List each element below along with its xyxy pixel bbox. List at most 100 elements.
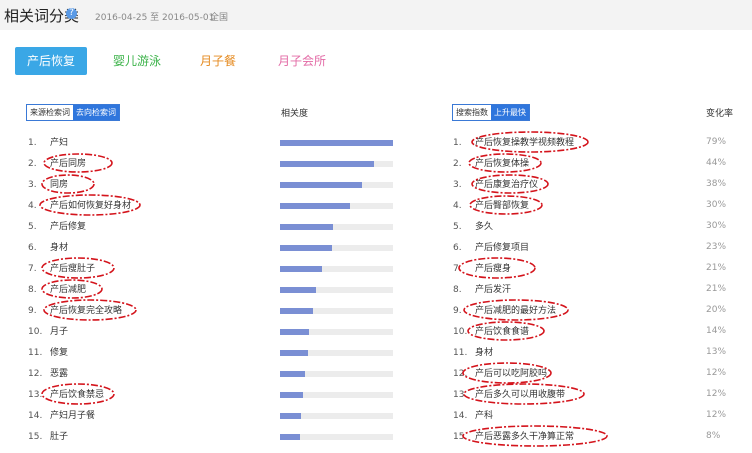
change-rate-header: 变化率 [706,109,734,119]
related-term-row[interactable]: 2. 产后同房 [28,158,86,170]
rising-term[interactable]: 产后臀部恢复 [475,201,529,211]
rising-term[interactable]: 产后恢复操教学视频教程 [475,138,574,148]
rising-term[interactable]: 产后减肥的最好方法 [475,306,556,316]
related-term[interactable]: 产后同房 [50,159,86,169]
related-term-row[interactable]: 13. 产后饮食禁忌 [28,389,104,401]
row-number: 1. [453,138,462,148]
related-term[interactable]: 肚子 [50,432,68,442]
relevance-bar [280,287,393,293]
help-icon[interactable]: ? [66,8,77,19]
related-term[interactable]: 产后修复 [50,222,86,232]
tab-baby-swimming[interactable]: 婴儿游泳 [112,47,162,75]
row-number: 14. [453,411,468,421]
tab-confinement-meals[interactable]: 月子餐 [200,47,236,75]
row-number: 13. [453,390,468,400]
related-term[interactable]: 同房 [50,180,68,190]
tab-confinement-center[interactable]: 月子会所 [278,47,326,75]
rising-term-row[interactable]: 15. 产后恶露多久干净算正常 [453,431,574,443]
related-term-row[interactable]: 8. 产后减肥 [28,284,86,296]
rising-term[interactable]: 产后瘦身 [475,264,511,274]
related-term-row[interactable]: 1. 产妇 [28,137,68,149]
rising-term-row[interactable]: 14. 产科 [453,410,493,422]
row-number: 6. [28,243,37,253]
row-number: 5. [453,222,462,232]
related-term[interactable]: 产后恢复完全攻略 [50,306,122,316]
rising-term-row[interactable]: 3. 产后康复治疗仪 [453,179,538,191]
row-number: 2. [28,159,37,169]
relevance-bar [280,203,393,209]
related-term-row[interactable]: 3. 同房 [28,179,68,191]
rising-term-row[interactable]: 6. 产后修复项目 [453,242,529,254]
rising-term[interactable]: 产后发汗 [475,285,511,295]
related-term-row[interactable]: 14. 产妇月子餐 [28,410,95,422]
related-term[interactable]: 身材 [50,243,68,253]
rising-term[interactable]: 产后饮食食谱 [475,327,529,337]
row-number: 4. [453,201,462,211]
relevance-bar-fill [280,329,310,335]
related-term[interactable]: 产后饮食禁忌 [50,390,104,400]
related-term[interactable]: 修复 [50,348,68,358]
relevance-bar-fill [280,161,374,167]
related-term-row[interactable]: 6. 身材 [28,242,68,254]
rising-term-row[interactable]: 10. 产后饮食食谱 [453,326,529,338]
destination-terms-button[interactable]: 去向检索词 [73,105,119,120]
related-term[interactable]: 产后减肥 [50,285,86,295]
search-index-button[interactable]: 搜索指数 [453,105,491,120]
related-term-row[interactable]: 15. 肚子 [28,431,68,443]
fastest-rising-button[interactable]: 上升最快 [491,105,529,120]
source-terms-button[interactable]: 来源检索词 [27,105,73,120]
change-rate-value: 23% [706,242,727,252]
relevance-bar [280,224,393,230]
region-scope: 全国 [210,13,229,23]
rising-term-row[interactable]: 11. 身材 [453,347,493,359]
rising-term-row[interactable]: 5. 多久 [453,221,493,233]
relevance-bar-fill [280,266,322,272]
change-rate-value: 38% [706,179,727,189]
related-term[interactable]: 月子 [50,327,68,337]
rising-term-row[interactable]: 7. 产后瘦身 [453,263,511,275]
row-number: 11. [453,348,468,358]
related-term-row[interactable]: 12. 恶露 [28,368,68,380]
relevance-bar [280,350,393,356]
change-rate-value: 12% [706,368,727,378]
rising-term[interactable]: 产后康复治疗仪 [475,180,538,190]
rising-term[interactable]: 产科 [475,411,493,421]
rising-term[interactable]: 产后修复项目 [475,243,529,253]
related-term-row[interactable]: 9. 产后恢复完全攻略 [28,305,122,317]
related-term-row[interactable]: 10. 月子 [28,326,68,338]
row-number: 5. [28,222,37,232]
related-term[interactable]: 产后瘦肚子 [50,264,95,274]
related-term[interactable]: 恶露 [50,369,68,379]
rising-term[interactable]: 身材 [475,348,493,358]
row-number: 14. [28,411,43,421]
left-toggle: 来源检索词 去向检索词 [26,104,120,121]
rising-term[interactable]: 产后多久可以用收腹带 [475,390,565,400]
rising-term[interactable]: 产后恢复体操 [475,159,529,169]
row-number: 7. [28,264,37,274]
related-term-row[interactable]: 5. 产后修复 [28,221,86,233]
rising-term-row[interactable]: 1. 产后恢复操教学视频教程 [453,137,574,149]
rising-term-row[interactable]: 9. 产后减肥的最好方法 [453,305,556,317]
rising-term[interactable]: 产后恶露多久干净算正常 [475,432,574,442]
rising-term[interactable]: 多久 [475,222,493,232]
related-term[interactable]: 产妇月子餐 [50,411,95,421]
row-number: 11. [28,348,43,358]
rising-term-row[interactable]: 8. 产后发汗 [453,284,511,296]
rising-term-row[interactable]: 4. 产后臀部恢复 [453,200,529,212]
related-term-row[interactable]: 4. 产后如何恢复好身材 [28,200,131,212]
relevance-bar [280,140,393,146]
related-term[interactable]: 产妇 [50,138,68,148]
relevance-bar [280,434,393,440]
rising-term-row[interactable]: 2. 产后恢复体操 [453,158,529,170]
row-number: 1. [28,138,37,148]
rising-term[interactable]: 产后可以吃阿胶吗 [475,369,547,379]
tab-postpartum-recovery[interactable]: 产后恢复 [15,47,87,75]
rising-term-row[interactable]: 13. 产后多久可以用收腹带 [453,389,565,401]
relevance-bar [280,182,393,188]
row-number: 3. [453,180,462,190]
row-number: 12. [453,369,468,379]
related-term[interactable]: 产后如何恢复好身材 [50,201,131,211]
rising-term-row[interactable]: 12. 产后可以吃阿胶吗 [453,368,547,380]
related-term-row[interactable]: 7. 产后瘦肚子 [28,263,95,275]
related-term-row[interactable]: 11. 修复 [28,347,68,359]
